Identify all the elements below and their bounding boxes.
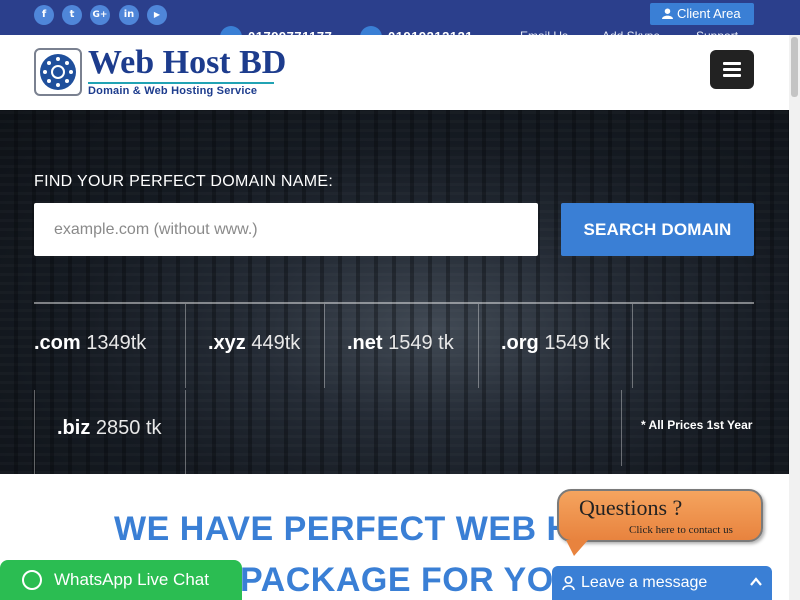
tld-label: .net	[347, 332, 383, 354]
logo-mark-icon[interactable]	[34, 48, 82, 96]
linkedin-icon[interactable]: in	[119, 5, 139, 25]
chevron-up-icon[interactable]	[748, 574, 764, 590]
globe-icon	[43, 57, 73, 87]
questions-contact-bubble[interactable]: Questions ? Click here to contact us	[557, 489, 763, 542]
person-icon	[562, 576, 575, 590]
tld-label: .org	[501, 332, 539, 354]
tld-label: .xyz	[208, 332, 246, 354]
tld-label: .com	[34, 332, 81, 354]
price-xyz: .xyz 449tk	[208, 332, 300, 355]
divider	[478, 304, 479, 388]
tld-price: 2850 tk	[95, 417, 162, 439]
youtube-icon[interactable]: ▶	[147, 5, 167, 25]
menu-bar-icon	[723, 62, 741, 65]
tld-price: 1549 tk	[544, 332, 610, 354]
hamburger-menu-button[interactable]	[710, 50, 754, 89]
bubble-tail	[566, 540, 588, 556]
divider	[34, 302, 754, 304]
client-area-label: Client Area	[677, 6, 741, 21]
whatsapp-chat-button[interactable]: WhatsApp Live Chat	[0, 560, 242, 600]
page-scrollbar[interactable]	[789, 35, 800, 600]
tld-price: 449tk	[251, 332, 301, 354]
find-domain-label: FIND YOUR PERFECT DOMAIN NAME:	[34, 173, 334, 190]
twitter-icon[interactable]: t	[62, 5, 82, 25]
divider	[185, 390, 186, 474]
menu-bar-icon	[723, 68, 741, 71]
google-plus-icon[interactable]: G+	[90, 5, 110, 25]
search-domain-button[interactable]: SEARCH DOMAIN	[561, 203, 754, 256]
client-area-button[interactable]: Client Area	[650, 3, 754, 25]
divider	[632, 304, 633, 388]
top-bar: f t G+ in ▶ Client Area 01799771177 0191…	[0, 0, 800, 48]
whatsapp-label: WhatsApp Live Chat	[54, 570, 209, 589]
leave-message-label: Leave a message	[581, 574, 708, 591]
divider	[324, 304, 325, 388]
domain-search-input[interactable]	[34, 203, 538, 256]
domain-search-hero: FIND YOUR PERFECT DOMAIN NAME: SEARCH DO…	[0, 110, 789, 474]
logo-subtitle: Domain & Web Hosting Service	[88, 85, 258, 97]
divider	[185, 304, 186, 388]
price-biz: .biz 2850 tk	[57, 417, 162, 440]
prices-note: * All Prices 1st Year	[641, 418, 753, 432]
user-icon	[662, 8, 673, 19]
menu-bar-icon	[723, 74, 741, 77]
facebook-icon[interactable]: f	[34, 5, 54, 25]
tld-price: 1349tk	[86, 332, 147, 354]
price-org: .org 1549 tk	[501, 332, 610, 355]
leave-message-button[interactable]: Leave a message	[552, 566, 772, 600]
questions-title: Questions ?	[579, 495, 683, 520]
tld-label: .biz	[57, 417, 91, 439]
price-net: .net 1549 tk	[347, 332, 454, 355]
questions-subtitle: Click here to contact us	[629, 524, 733, 536]
logo-underline	[88, 82, 274, 84]
divider	[34, 390, 35, 474]
price-com: .com 1349tk	[34, 332, 146, 355]
whatsapp-icon	[22, 570, 42, 590]
logo-title[interactable]: Web Host BD	[88, 44, 286, 82]
divider	[621, 390, 622, 466]
scrollbar-thumb[interactable]	[791, 37, 798, 97]
tld-price: 1549 tk	[388, 332, 454, 354]
